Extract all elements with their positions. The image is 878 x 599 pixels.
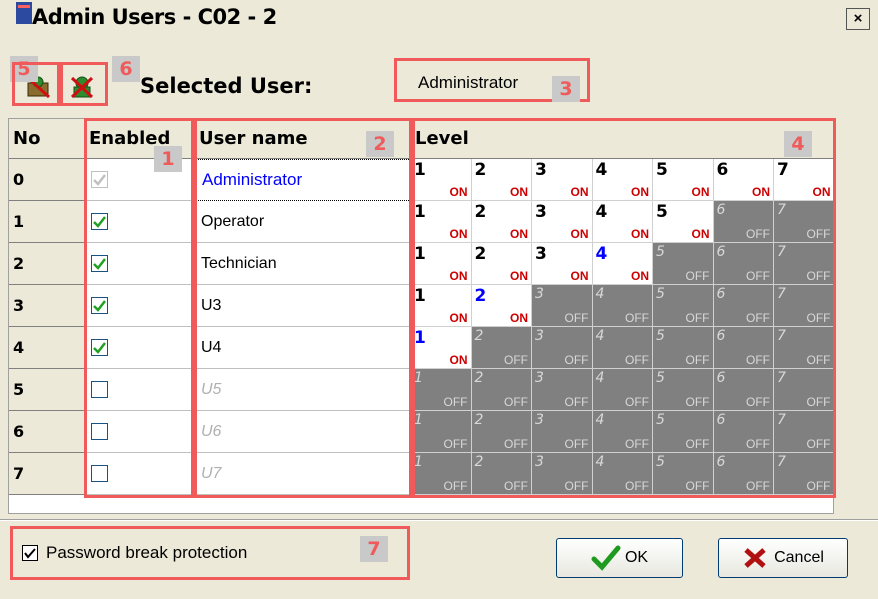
- row-number: 2: [9, 243, 85, 285]
- callout-box-5: [12, 62, 60, 106]
- cancel-button[interactable]: Cancel: [718, 538, 848, 578]
- callout-box-7: [10, 526, 410, 580]
- cancel-label: Cancel: [774, 549, 824, 566]
- close-button[interactable]: ×: [846, 8, 870, 30]
- separator: [0, 519, 878, 521]
- callout-number-6: 6: [112, 56, 140, 82]
- row-number: 4: [9, 327, 85, 369]
- row-number: 1: [9, 201, 85, 243]
- row-number: 0: [9, 159, 85, 201]
- row-number: 5: [9, 369, 85, 411]
- ok-button[interactable]: OK: [556, 538, 683, 578]
- app-icon: [16, 2, 32, 24]
- callout-box-4: [412, 118, 836, 498]
- window-title: Admin Users - C02 - 2: [32, 5, 277, 29]
- callout-box-6: [60, 62, 108, 106]
- row-number: 3: [9, 285, 85, 327]
- selected-user-label: Selected User:: [140, 74, 313, 98]
- callout-number-7: 7: [360, 536, 388, 562]
- callout-number-4: 4: [784, 131, 812, 157]
- callout-box-2: [194, 118, 412, 498]
- callout-box-1: [84, 118, 194, 498]
- x-mark-icon: [744, 548, 766, 568]
- row-number: 7: [9, 453, 85, 495]
- callout-number-1: 1: [154, 146, 182, 172]
- row-number: 6: [9, 411, 85, 453]
- checkmark-icon: [591, 545, 621, 571]
- header-no: No: [9, 119, 85, 159]
- callout-number-3: 3: [552, 76, 580, 102]
- callout-number-2: 2: [366, 131, 394, 157]
- ok-label: OK: [624, 549, 649, 566]
